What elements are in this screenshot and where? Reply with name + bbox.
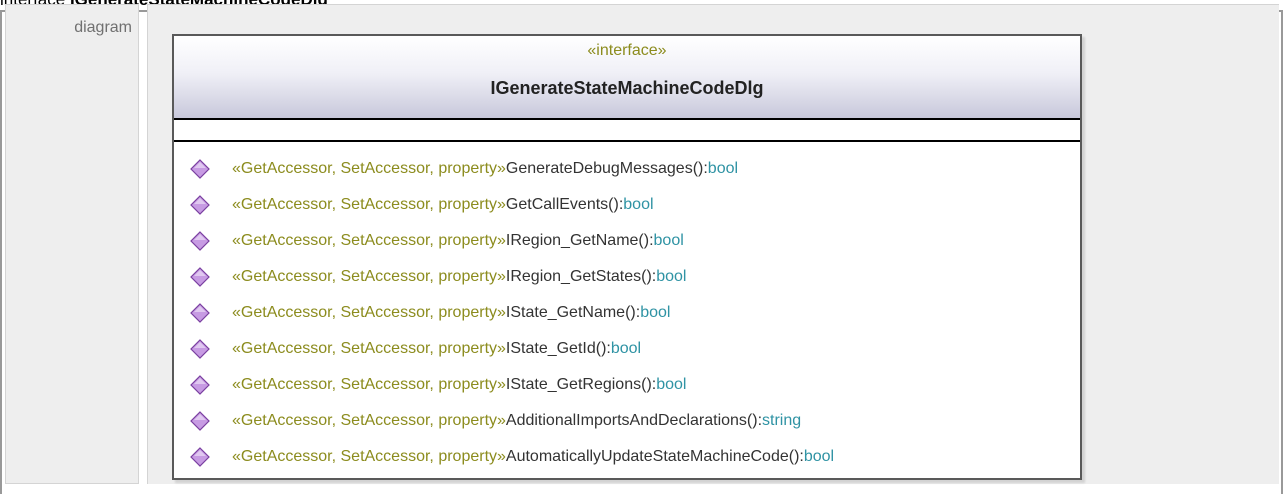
operation-name: AutomaticallyUpdateStateMachineCode [505, 448, 789, 465]
operation-return-type: bool [803, 448, 835, 465]
operation-row[interactable]: «GetAccessor, SetAccessor, property» Gen… [190, 154, 738, 184]
interface-stereotype: «interface» [587, 42, 667, 59]
operation-name: IRegion_GetStates [505, 268, 642, 285]
operation-params: (): [638, 232, 654, 249]
operation-row[interactable]: «GetAccessor, SetAccessor, property» IRe… [190, 226, 684, 256]
operation-return-type: bool [623, 196, 654, 213]
operation-row[interactable]: «GetAccessor, SetAccessor, property» IRe… [190, 262, 686, 292]
operation-row[interactable]: «GetAccessor, SetAccessor, property» Get… [190, 190, 654, 220]
operation-name: IState_GetId [505, 340, 596, 357]
operation-stereotype: «GetAccessor, SetAccessor, property» [232, 304, 506, 321]
operation-stereotype: «GetAccessor, SetAccessor, property» [232, 376, 506, 393]
operation-name: GenerateDebugMessages [505, 160, 693, 177]
operation-return-type: bool [610, 340, 642, 357]
diagram-label: diagram [74, 19, 132, 36]
operation-params: (): [641, 376, 657, 393]
operation-name: IRegion_GetName [505, 232, 639, 249]
operation-stereotype: «GetAccessor, SetAccessor, property» [232, 340, 506, 357]
uml-class-header: «interface» IGenerateStateMachineCodeDlg [174, 36, 1080, 120]
operation-return-type: bool [653, 232, 684, 249]
operation-stereotype: «GetAccessor, SetAccessor, property» [232, 268, 506, 285]
operation-params: (): [788, 448, 804, 465]
operation-diamond-icon [190, 267, 210, 287]
diagram-label-cell: diagram [5, 4, 139, 484]
operation-params: (): [641, 268, 657, 285]
operation-stereotype: «GetAccessor, SetAccessor, property» [232, 412, 506, 429]
interface-name: IGenerateStateMachineCodeDlg [490, 78, 764, 98]
operation-row[interactable]: «GetAccessor, SetAccessor, property» ISt… [190, 298, 670, 328]
operation-params: (): [692, 160, 708, 177]
operation-diamond-icon [190, 231, 210, 251]
operation-diamond-icon [190, 159, 210, 179]
operation-row[interactable]: «GetAccessor, SetAccessor, property» ISt… [190, 370, 686, 400]
operation-stereotype: «GetAccessor, SetAccessor, property» [232, 232, 506, 249]
operation-name: IState_GetName [505, 304, 626, 321]
attributes-compartment [174, 120, 1080, 142]
operation-return-type: string [762, 412, 802, 429]
operation-name: AdditionalImportsAndDeclarations [505, 412, 747, 429]
operation-diamond-icon [190, 447, 210, 467]
operation-return-type: bool [656, 376, 687, 393]
operation-stereotype: «GetAccessor, SetAccessor, property» [232, 196, 506, 213]
operation-name: IState_GetRegions [505, 376, 642, 393]
operation-diamond-icon [190, 339, 210, 359]
operation-return-type: bool [707, 160, 739, 177]
operation-diamond-icon [190, 195, 210, 215]
operation-params: (): [625, 304, 641, 321]
uml-interface-box[interactable]: «interface» IGenerateStateMachineCodeDlg… [172, 34, 1082, 480]
operation-params: (): [595, 340, 611, 357]
operation-diamond-icon [190, 303, 210, 323]
operation-stereotype: «GetAccessor, SetAccessor, property» [232, 448, 506, 465]
operation-return-type: bool [640, 304, 671, 321]
operation-row[interactable]: «GetAccessor, SetAccessor, property» ISt… [190, 334, 641, 364]
operation-stereotype: «GetAccessor, SetAccessor, property» [232, 160, 506, 177]
operation-return-type: bool [656, 268, 687, 285]
operation-row[interactable]: «GetAccessor, SetAccessor, property» Aut… [190, 442, 834, 472]
operation-row[interactable]: «GetAccessor, SetAccessor, property» Add… [190, 406, 801, 436]
operation-params: (): [746, 412, 763, 429]
operation-diamond-icon [190, 411, 210, 431]
operation-name: GetCallEvents [505, 196, 609, 213]
operation-params: (): [608, 196, 624, 213]
operation-diamond-icon [190, 375, 210, 395]
